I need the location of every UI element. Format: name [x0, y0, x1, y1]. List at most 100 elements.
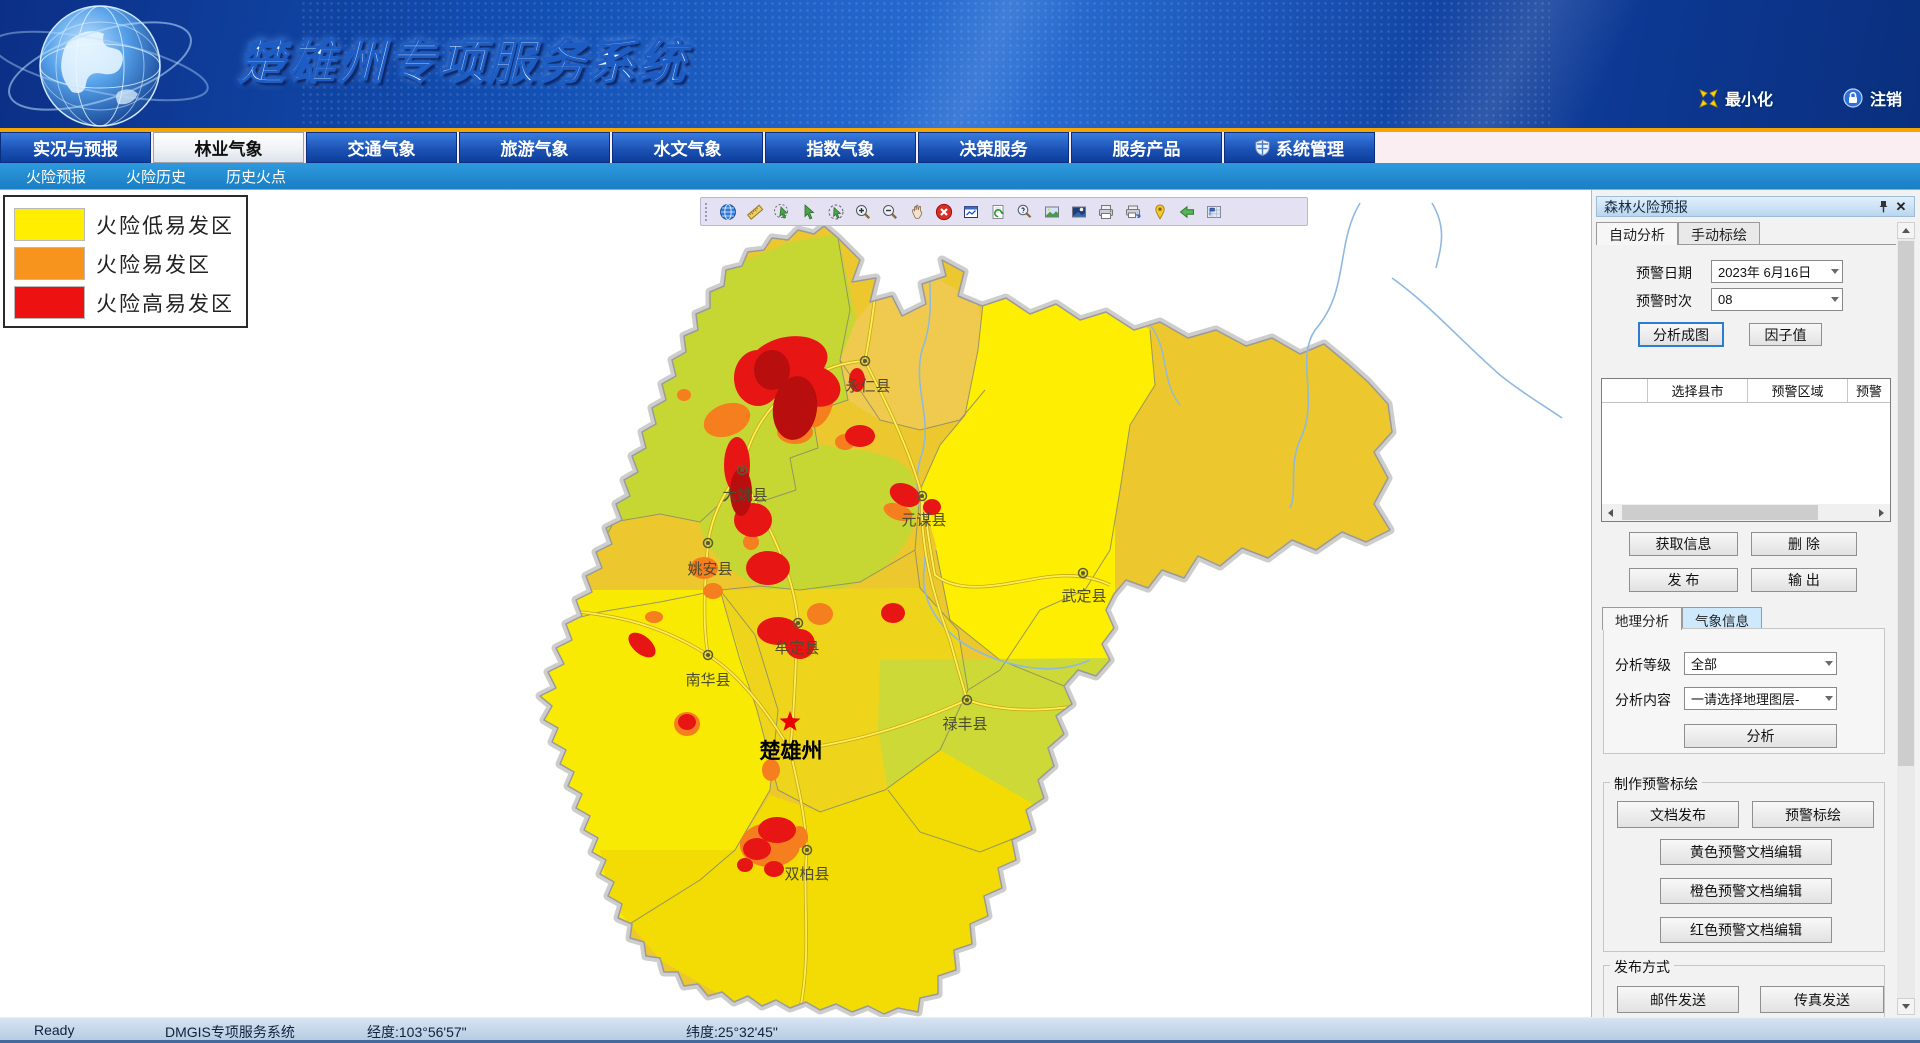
subtab-fire-risk-history[interactable]: 火险历史	[112, 166, 200, 187]
panel-scrollbar[interactable]	[1897, 222, 1915, 1015]
subtab-historical-fire-points[interactable]: 历史火点	[212, 166, 300, 187]
column-header-blank[interactable]	[1602, 379, 1648, 402]
previous-view-tool-icon[interactable]	[1177, 202, 1197, 222]
status-latitude: 纬度:25°32'45"	[686, 1022, 778, 1042]
tab-hydro-weather[interactable]: 水文气象	[612, 132, 763, 163]
minimize-button[interactable]: 最小化	[1699, 86, 1773, 110]
column-header-county[interactable]: 选择县市	[1648, 379, 1748, 402]
column-header-warning[interactable]: 预警	[1848, 379, 1890, 402]
tab-service-products[interactable]: 服务产品	[1071, 132, 1222, 163]
analysis-level-label: 分析等级	[1615, 655, 1671, 675]
warning-date-select[interactable]: 2023年 6月16日	[1711, 260, 1843, 283]
globe-logo-icon	[0, 0, 250, 128]
application-window: 楚雄州专项服务系统 最小化 注销	[0, 0, 1920, 1043]
logout-label: 注销	[1870, 86, 1902, 110]
tab-forestry-weather[interactable]: 林业气象	[153, 132, 304, 163]
fax-send-button[interactable]: 传真发送	[1760, 986, 1884, 1013]
chevron-down-icon	[1825, 661, 1833, 666]
map-flag-tool-icon[interactable]	[1204, 202, 1224, 222]
map-viewport[interactable]: 永仁县 元谋县 大姚县 姚安县 武定县 牟定县 南华县 禄丰县 双柏县 楚雄州 …	[0, 190, 1591, 1017]
legend-label: 火险低易发区	[96, 210, 234, 240]
pin-panel-icon[interactable]	[1874, 198, 1892, 215]
tab-label: 林业气象	[195, 135, 263, 160]
legend-label: 火险高易发区	[96, 288, 234, 318]
pointer-tool-icon[interactable]	[799, 202, 819, 222]
scrollbar-thumb[interactable]	[1898, 241, 1914, 766]
table-horizontal-scrollbar[interactable]	[1602, 504, 1890, 521]
map-legend: 火险低易发区 火险易发区 火险高易发区	[3, 195, 248, 328]
status-ready: Ready	[34, 1022, 74, 1038]
tab-system-management[interactable]: 系统管理	[1224, 132, 1375, 163]
analysis-level-select[interactable]: 全部	[1684, 652, 1837, 675]
tab-tourism-weather[interactable]: 旅游气象	[459, 132, 610, 163]
scroll-up-arrow-icon[interactable]	[1897, 222, 1915, 239]
legend-swatch-yellow	[14, 208, 85, 241]
map-toolbar	[700, 197, 1308, 226]
doc-publish-button[interactable]: 文档发布	[1617, 801, 1739, 828]
tab-decision-service[interactable]: 决策服务	[918, 132, 1069, 163]
warning-time-value: 08	[1718, 292, 1828, 307]
county-label: 牟定县	[774, 639, 819, 657]
measure-tool-icon[interactable]	[745, 202, 765, 222]
analysis-content-select[interactable]: 一请选择地理图层-	[1684, 687, 1837, 710]
analyze-map-button[interactable]: 分析成图	[1638, 322, 1724, 347]
scroll-right-arrow-icon[interactable]	[1873, 504, 1890, 521]
publish-method-groupbox: 发布方式 邮件发送 传真发送	[1603, 965, 1885, 1017]
tab-index-weather[interactable]: 指数气象	[765, 132, 916, 163]
delete-button[interactable]: 删 除	[1751, 532, 1857, 556]
tab-label: 指数气象	[807, 135, 875, 160]
pin-tool-icon[interactable]	[1150, 202, 1170, 222]
pan-tool-icon[interactable]	[907, 202, 927, 222]
geo-tab-analysis[interactable]: 地理分析	[1602, 607, 1682, 630]
county-label: 武定县	[1061, 587, 1106, 605]
select-circle-tool-icon[interactable]	[772, 202, 792, 222]
red-warning-doc-button[interactable]: 红色预警文档编辑	[1660, 917, 1832, 943]
yellow-warning-doc-button[interactable]: 黄色预警文档编辑	[1660, 839, 1832, 865]
tab-realtime-forecast[interactable]: 实况与预报	[0, 132, 151, 163]
get-info-button[interactable]: 获取信息	[1629, 532, 1738, 556]
legend-item-low: 火险低易发区	[14, 205, 246, 244]
green-boundary-line	[1065, 280, 1325, 298]
panel-tab-manual-plot[interactable]: 手动标绘	[1678, 222, 1760, 244]
status-system-link[interactable]: DMGIS专项服务系统	[165, 1022, 295, 1042]
refresh-tool-icon[interactable]	[988, 202, 1008, 222]
main-tab-bar: 实况与预报 林业气象 交通气象 旅游气象 水文气象 指数气象 决策服务 服务产品…	[0, 132, 1920, 163]
print-tool-icon[interactable]	[1096, 202, 1116, 222]
warning-date-label: 预警日期	[1636, 263, 1692, 283]
clear-tool-icon[interactable]	[934, 202, 954, 222]
publish-button[interactable]: 发 布	[1629, 568, 1738, 592]
warning-time-select[interactable]: 08	[1711, 288, 1843, 311]
identify-tool-icon[interactable]	[1015, 202, 1035, 222]
full-extent-tool-icon[interactable]	[961, 202, 981, 222]
column-header-region[interactable]: 预警区域	[1748, 379, 1848, 402]
geo-tab-weather-info[interactable]: 气象信息	[1682, 607, 1762, 629]
close-panel-icon[interactable]: ✕	[1892, 198, 1910, 215]
export-button[interactable]: 输 出	[1751, 568, 1857, 592]
lock-icon	[1843, 88, 1863, 108]
select-area-tool-icon[interactable]	[826, 202, 846, 222]
night-image-tool-icon[interactable]	[1069, 202, 1089, 222]
warning-table[interactable]: 选择县市 预警区域 预警	[1601, 378, 1891, 522]
print-setup-tool-icon[interactable]	[1123, 202, 1143, 222]
zoom-in-tool-icon[interactable]	[853, 202, 873, 222]
tab-traffic-weather[interactable]: 交通气象	[306, 132, 457, 163]
zoom-out-tool-icon[interactable]	[880, 202, 900, 222]
panel-tab-auto-analysis[interactable]: 自动分析	[1596, 222, 1678, 245]
analyze-button[interactable]: 分析	[1684, 724, 1837, 748]
scrollbar-thumb[interactable]	[1622, 505, 1818, 520]
toolbar-grip[interactable]	[705, 203, 709, 221]
scroll-left-arrow-icon[interactable]	[1602, 504, 1619, 521]
warning-plot-button[interactable]: 预警标绘	[1752, 801, 1874, 828]
orange-warning-doc-button[interactable]: 橙色预警文档编辑	[1660, 878, 1832, 904]
county-label: 姚安县	[687, 560, 732, 578]
globe-tool-icon[interactable]	[718, 202, 738, 222]
factor-value-button[interactable]: 因子值	[1749, 323, 1822, 346]
tab-label: 服务产品	[1113, 135, 1181, 160]
tab-label: 水文气象	[654, 135, 722, 160]
scroll-down-arrow-icon[interactable]	[1897, 998, 1915, 1015]
export-image-tool-icon[interactable]	[1042, 202, 1062, 222]
logout-button[interactable]: 注销	[1843, 86, 1902, 110]
email-send-button[interactable]: 邮件发送	[1617, 986, 1739, 1013]
panel-tab-bar: 自动分析 手动标绘	[1596, 222, 1896, 244]
subtab-fire-risk-forecast[interactable]: 火险预报	[12, 166, 100, 187]
